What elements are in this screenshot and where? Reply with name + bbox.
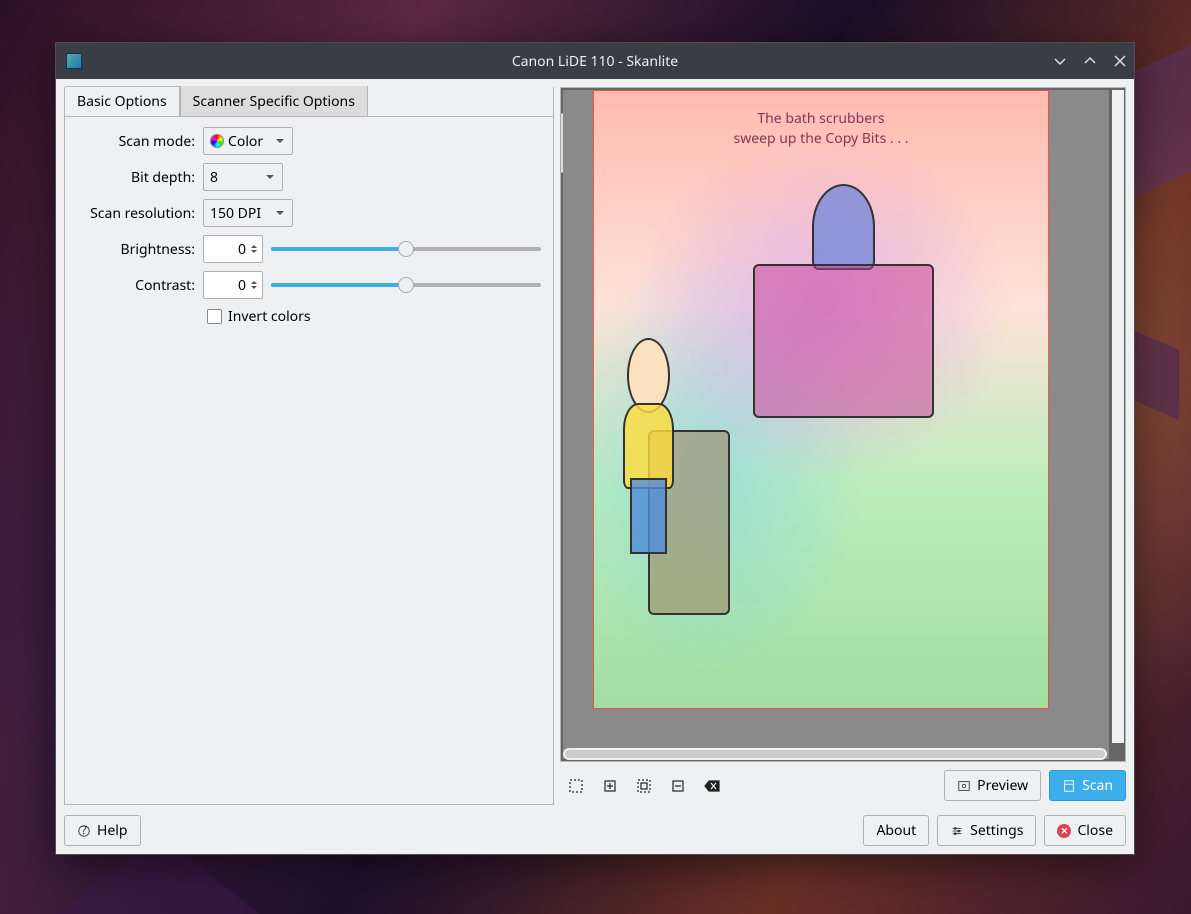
- resolution-value: 150 DPI: [210, 204, 261, 223]
- scan-icon: [1062, 779, 1076, 793]
- clear-selection-icon[interactable]: [704, 778, 720, 794]
- scanned-page[interactable]: The bath scrubbers sweep up the Copy Bit…: [563, 90, 1109, 759]
- tab-label: Basic Options: [77, 92, 167, 111]
- scan-button[interactable]: Scan: [1049, 770, 1126, 801]
- preview-button[interactable]: Preview: [944, 770, 1041, 801]
- svg-text:?: ?: [81, 824, 86, 838]
- zoom-out-icon[interactable]: [670, 778, 686, 794]
- slider-fill: [271, 283, 406, 287]
- caption-line: The bath scrubbers: [594, 109, 1048, 129]
- slider-thumb[interactable]: [398, 241, 414, 257]
- drawing-shape: [812, 184, 876, 270]
- close-icon[interactable]: [1112, 53, 1128, 69]
- titlebar[interactable]: Canon LiDE 110 - Skanlite: [56, 43, 1134, 79]
- settings-icon: [950, 824, 964, 838]
- drawing-shape: [753, 264, 935, 418]
- tab-scanner-specific[interactable]: Scanner Specific Options: [180, 86, 368, 116]
- options-panel: Basic Options Scanner Specific Options S…: [64, 87, 554, 805]
- button-label: Help: [97, 821, 128, 840]
- contrast-spinbox[interactable]: 0: [203, 271, 263, 299]
- invert-colors-label: Invert colors: [228, 307, 311, 326]
- brightness-label: Brightness:: [77, 240, 195, 259]
- bit-depth-value: 8: [210, 168, 218, 187]
- drawing-character: [612, 338, 685, 554]
- about-button[interactable]: About: [863, 815, 929, 846]
- vertical-scrollbar[interactable]: [1112, 90, 1124, 743]
- app-window: Canon LiDE 110 - Skanlite Basic Options …: [55, 42, 1135, 855]
- minimize-icon[interactable]: [1052, 53, 1068, 69]
- brightness-slider[interactable]: [271, 247, 541, 251]
- tab-label: Scanner Specific Options: [193, 92, 355, 111]
- resolution-label: Scan resolution:: [77, 204, 195, 223]
- window-title: Canon LiDE 110 - Skanlite: [512, 52, 678, 71]
- scan-mode-value: Color: [228, 132, 263, 151]
- zoom-fit-icon[interactable]: [568, 778, 584, 794]
- slider-fill: [271, 247, 406, 251]
- invert-colors-checkbox[interactable]: [207, 309, 222, 324]
- button-label: Close: [1077, 821, 1113, 840]
- caption-line: sweep up the Copy Bits . . .: [594, 129, 1048, 149]
- bit-depth-combo[interactable]: 8: [203, 163, 283, 191]
- scan-selection[interactable]: The bath scrubbers sweep up the Copy Bit…: [593, 90, 1049, 709]
- bit-depth-label: Bit depth:: [77, 168, 195, 187]
- maximize-icon[interactable]: [1082, 53, 1098, 69]
- contrast-slider[interactable]: [271, 283, 541, 287]
- scan-mode-label: Scan mode:: [77, 132, 195, 151]
- preview-panel: The bath scrubbers sweep up the Copy Bit…: [560, 87, 1126, 805]
- button-label: About: [876, 821, 916, 840]
- color-wheel-icon: [210, 134, 224, 148]
- horizontal-scrollbar[interactable]: [563, 748, 1107, 760]
- slider-thumb[interactable]: [398, 277, 414, 293]
- scan-preview-area[interactable]: The bath scrubbers sweep up the Copy Bit…: [560, 87, 1126, 762]
- brightness-spinbox[interactable]: 0: [203, 235, 263, 263]
- app-icon: [66, 53, 82, 69]
- contrast-label: Contrast:: [77, 276, 195, 295]
- button-label: Scan: [1082, 776, 1113, 795]
- close-x-icon: ✕: [1057, 824, 1071, 838]
- close-button[interactable]: ✕ Close: [1044, 815, 1126, 846]
- contrast-value: 0: [238, 276, 246, 295]
- resolution-combo[interactable]: 150 DPI: [203, 199, 293, 227]
- help-icon: ?: [77, 824, 91, 838]
- page-caption: The bath scrubbers sweep up the Copy Bit…: [594, 91, 1048, 148]
- button-label: Preview: [977, 776, 1028, 795]
- preview-icon: [957, 779, 971, 793]
- help-button[interactable]: ? Help: [64, 815, 141, 846]
- brightness-value: 0: [238, 240, 246, 259]
- zoom-selection-icon[interactable]: [636, 778, 652, 794]
- zoom-in-icon[interactable]: [602, 778, 618, 794]
- tab-basic-options[interactable]: Basic Options: [65, 86, 180, 117]
- button-label: Settings: [970, 821, 1023, 840]
- scan-mode-combo[interactable]: Color: [203, 127, 293, 155]
- settings-button[interactable]: Settings: [937, 815, 1036, 846]
